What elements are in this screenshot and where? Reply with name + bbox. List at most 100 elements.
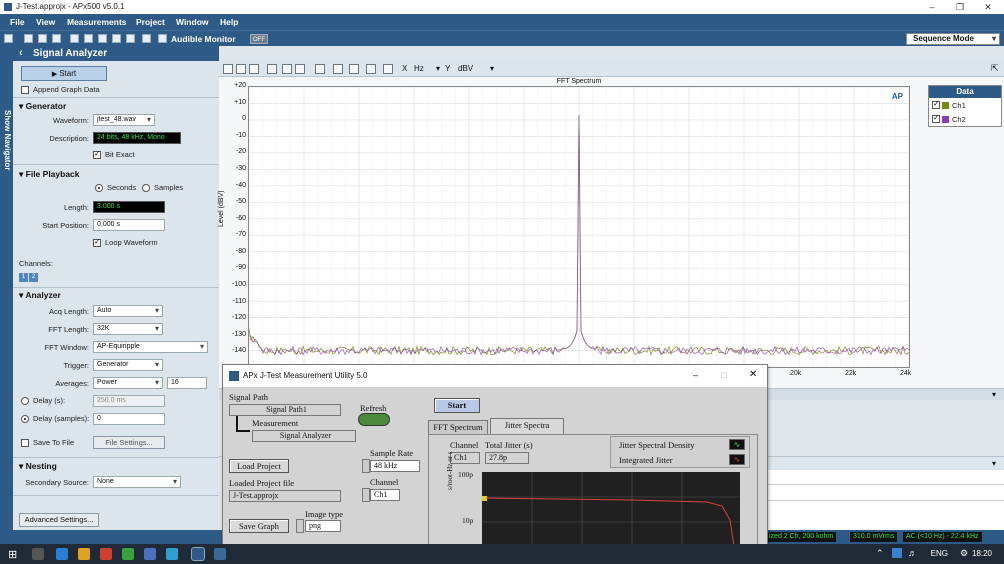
acq-length-select[interactable]: Auto — [93, 305, 163, 317]
chrome-icon[interactable] — [78, 548, 90, 560]
trigger-select[interactable]: Generator — [93, 359, 163, 371]
edge-icon[interactable] — [56, 548, 68, 560]
sample-rate-stepper[interactable] — [362, 459, 370, 473]
graph-icon[interactable] — [70, 34, 79, 43]
aa-icon[interactable] — [126, 34, 135, 43]
loop-waveform-checkbox[interactable] — [93, 237, 101, 247]
jtest-start-button[interactable]: Start — [434, 398, 480, 413]
legend-item-ch1[interactable]: Ch1 — [929, 98, 1001, 112]
sequence-mode-button[interactable]: Sequence Mode — [906, 33, 1000, 45]
back-chevron-icon[interactable]: ‹ — [19, 47, 23, 59]
menu-window[interactable]: Window — [176, 17, 209, 27]
ch2-checkbox[interactable] — [932, 113, 940, 123]
menu-view[interactable]: View — [36, 17, 55, 27]
jtest-minimize-icon[interactable]: – — [693, 370, 698, 380]
minimize-icon[interactable]: – — [922, 1, 942, 13]
channel-1-toggle[interactable]: 1 — [19, 273, 28, 282]
expand-icon[interactable]: ▾ — [992, 390, 996, 399]
task-view-icon[interactable] — [32, 548, 44, 560]
bit-exact-checkbox[interactable] — [93, 149, 101, 159]
file-settings-button[interactable]: File Settings... — [93, 436, 165, 449]
pan-icon[interactable] — [267, 64, 277, 74]
layout-icon[interactable] — [349, 64, 359, 74]
zoom-x-icon[interactable] — [236, 64, 246, 74]
channel-2-toggle[interactable]: 2 — [29, 273, 38, 282]
refresh-button[interactable] — [358, 413, 390, 426]
jtest-close-icon[interactable]: ✕ — [749, 369, 757, 380]
new-icon[interactable] — [4, 34, 13, 43]
save-to-file-checkbox[interactable] — [21, 439, 29, 447]
jitter-spectra-plot[interactable] — [482, 472, 740, 547]
delay-samples-input[interactable]: 0 — [93, 413, 165, 425]
delay-seconds-input[interactable]: 250.0 ms — [93, 395, 165, 407]
menu-project[interactable]: Project — [136, 17, 165, 27]
measurement-select[interactable]: Signal Analyzer — [252, 430, 356, 442]
app-icon[interactable] — [166, 548, 178, 560]
y-unit-dropdown-icon[interactable]: ▾ — [490, 64, 494, 73]
fft-window-select[interactable]: AP-Equiripple — [93, 341, 208, 353]
expand-icon[interactable]: ⇱ — [991, 63, 999, 74]
speaker-icon[interactable] — [158, 34, 167, 43]
jtest-taskbar-icon[interactable] — [214, 548, 226, 560]
autoscale-icon[interactable] — [295, 64, 305, 74]
check-icon[interactable] — [142, 34, 151, 43]
wechat-icon[interactable] — [122, 548, 134, 560]
zoom-y-icon[interactable] — [249, 64, 259, 74]
export-icon[interactable] — [366, 64, 376, 74]
app-icon[interactable] — [144, 548, 156, 560]
tray-ime-icon[interactable]: ⚙ — [960, 548, 968, 559]
measure-icon[interactable] — [84, 34, 93, 43]
sample-rate-field[interactable]: 48 kHz — [370, 460, 420, 472]
table-icon[interactable] — [112, 34, 121, 43]
image-type-field[interactable]: png — [305, 520, 341, 532]
status-level[interactable]: 310.0 mVrms — [850, 532, 898, 542]
show-navigator-strip[interactable]: Show Navigator — [0, 46, 13, 546]
tray-volume-icon[interactable]: ♬ — [908, 548, 917, 558]
tray-up-icon[interactable]: ⌃ — [876, 548, 884, 559]
advanced-settings-button[interactable]: Advanced Settings... — [19, 513, 99, 527]
x-unit-dropdown-icon[interactable]: ▾ — [436, 64, 440, 73]
channel-stepper[interactable] — [362, 488, 370, 502]
fft-plot[interactable]: AP — [248, 86, 910, 368]
tab-jitter-spectra[interactable]: Jitter Spectra — [490, 418, 564, 434]
menu-file[interactable]: File — [10, 17, 25, 27]
start-button[interactable]: ▶ Start — [21, 66, 107, 81]
tab-fft-spectrum[interactable]: FFT Spectrum — [428, 420, 488, 434]
windows-start-icon[interactable]: ⊞ — [8, 548, 17, 561]
append-graph-data-checkbox[interactable] — [21, 86, 29, 94]
legend-item-ch2[interactable]: Ch2 — [929, 112, 1001, 126]
settings-icon[interactable] — [52, 34, 61, 43]
status-input-config[interactable]: ized 2 Ch, 200 kohm — [766, 532, 837, 542]
averages-select[interactable]: Power — [93, 377, 163, 389]
bar-icon[interactable] — [98, 34, 107, 43]
app-icon[interactable] — [100, 548, 112, 560]
tray-network-icon[interactable] — [892, 548, 902, 558]
zoom-icon[interactable] — [223, 64, 233, 74]
start-position-input[interactable]: 0.000 s — [93, 219, 165, 231]
restore-icon[interactable]: ❐ — [950, 1, 970, 13]
language-indicator[interactable]: ENG — [931, 549, 948, 558]
y-unit-select[interactable]: dBV — [458, 64, 473, 73]
waveform-select[interactable]: jtest_48.wav — [93, 114, 155, 126]
delay-samples-radio[interactable] — [21, 415, 29, 423]
crosshair-icon[interactable] — [315, 64, 325, 74]
signal-path-select[interactable]: Signal Path1 — [229, 404, 341, 416]
status-bandwidth[interactable]: AC (<10 Hz) - 22.4 kHz — [903, 532, 982, 542]
jtest-maximize-icon[interactable]: □ — [721, 370, 726, 380]
fft-length-select[interactable]: 32K — [93, 323, 163, 335]
save-graph-button[interactable]: Save Graph — [229, 519, 289, 533]
save-icon[interactable] — [38, 34, 47, 43]
secondary-source-select[interactable]: None — [93, 476, 181, 488]
expand-icon[interactable]: ▾ — [992, 459, 996, 468]
samples-radio[interactable] — [142, 184, 150, 192]
menu-measurements[interactable]: Measurements — [67, 17, 127, 27]
x-unit-select[interactable]: Hz — [414, 64, 424, 73]
seconds-radio[interactable] — [95, 184, 103, 192]
close-icon[interactable]: ✕ — [978, 1, 998, 13]
fit-icon[interactable] — [282, 64, 292, 74]
ch1-checkbox[interactable] — [932, 99, 940, 109]
averages-count-input[interactable]: 16 — [167, 377, 207, 389]
cursor-icon[interactable] — [383, 64, 393, 74]
open-icon[interactable] — [24, 34, 33, 43]
audible-monitor-toggle[interactable]: OFF — [250, 34, 268, 44]
